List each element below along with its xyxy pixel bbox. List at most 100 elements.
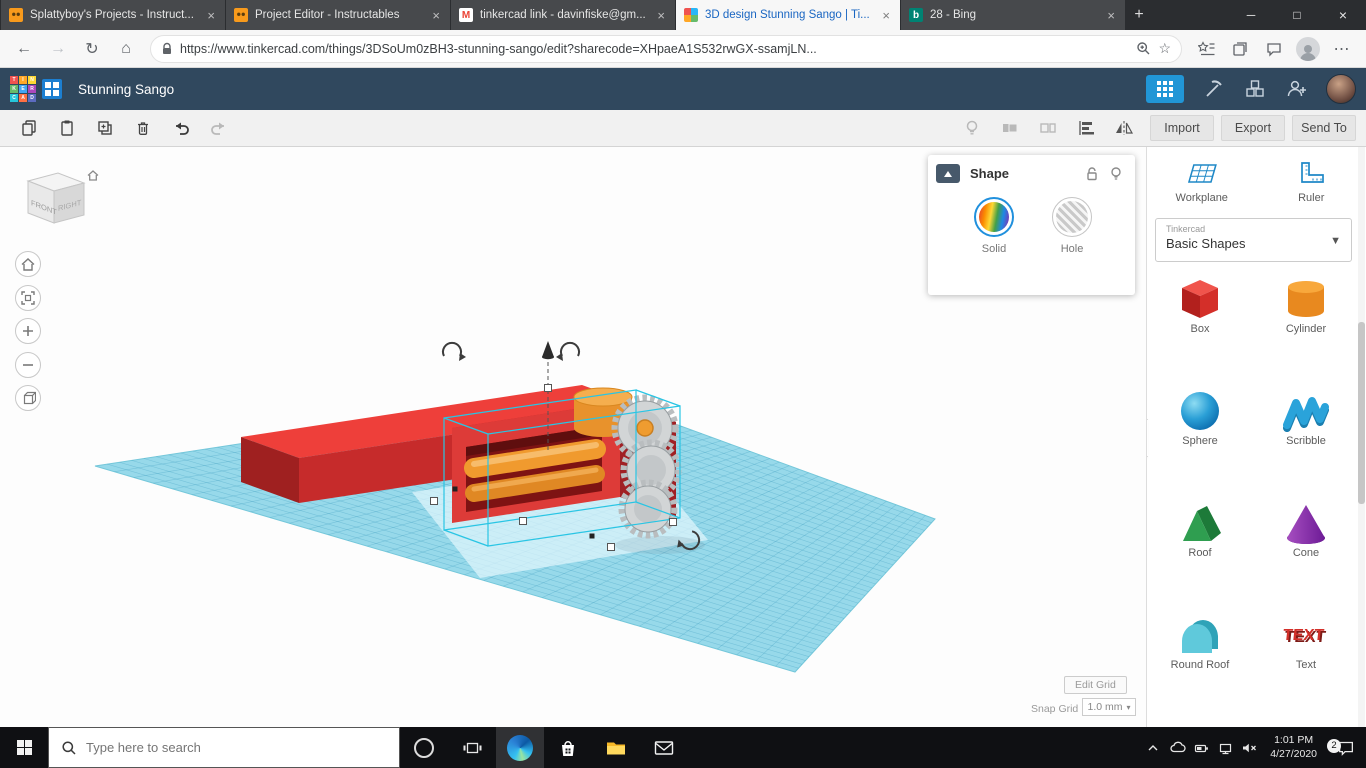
group-button[interactable] — [991, 113, 1029, 143]
bing-favicon: b — [909, 8, 923, 22]
delete-button[interactable] — [124, 113, 162, 143]
grid-view-button[interactable] — [1146, 75, 1184, 103]
battery-tray-button[interactable] — [1189, 727, 1213, 768]
network-icon — [1219, 743, 1231, 754]
home-button[interactable]: ⌂ — [110, 34, 142, 64]
workplane-tool[interactable]: Workplane — [1147, 155, 1257, 204]
tinkercad-logo[interactable]: TIN KER CAD — [10, 76, 62, 102]
tab-close-icon[interactable]: × — [1105, 8, 1117, 23]
hole-option[interactable]: Hole — [1052, 197, 1092, 255]
copy-button[interactable] — [10, 113, 48, 143]
duplicate-button[interactable] — [86, 113, 124, 143]
mirror-button[interactable] — [1105, 113, 1143, 143]
taskbar-clock[interactable]: 1:01 PM 4/27/2020 — [1261, 734, 1326, 761]
shape-item-scribble[interactable]: Scribble — [1282, 367, 1330, 479]
sidebar-collapse-button[interactable] — [1147, 419, 1148, 457]
solid-option[interactable]: Solid — [974, 197, 1014, 255]
undo-button[interactable] — [162, 113, 200, 143]
minimize-button[interactable]: ─ — [1228, 0, 1274, 30]
browser-tab-1[interactable]: Splattyboy's Projects - Instruct... × — [0, 0, 225, 30]
shape-item-text[interactable]: TEXT TEXT Text — [1280, 591, 1332, 703]
collections-button[interactable] — [1224, 34, 1256, 64]
browser-tab-3[interactable]: M tinkercad link - davinfiske@gm... × — [450, 0, 675, 30]
import-button[interactable]: Import — [1150, 115, 1214, 141]
user-avatar[interactable] — [1326, 74, 1356, 104]
shape-item-partial-left[interactable] — [1176, 703, 1224, 727]
perspective-toggle-button[interactable] — [15, 385, 41, 411]
taskbar-search[interactable] — [48, 727, 400, 768]
favorites-bar-button[interactable] — [1190, 34, 1222, 64]
snap-grid-select[interactable]: 1.0 mm ▾ — [1082, 698, 1136, 716]
rotate-handle-left[interactable] — [442, 341, 466, 361]
back-button[interactable]: ← — [8, 34, 40, 64]
browser-tab-4-active[interactable]: 3D design Stunning Sango | Ti... × — [675, 0, 900, 30]
rotate-handle-top[interactable] — [556, 341, 580, 361]
send-to-button[interactable]: Send To — [1292, 115, 1356, 141]
forward-button[interactable]: → — [42, 34, 74, 64]
lock-icon[interactable] — [1085, 166, 1099, 182]
blocks-button[interactable] — [1242, 76, 1268, 102]
panel-collapse-button[interactable] — [936, 164, 960, 183]
browser-tab-2[interactable]: Project Editor - Instructables × — [225, 0, 450, 30]
blocks-icon — [1246, 80, 1264, 97]
solid-swatch — [974, 197, 1014, 237]
edge-taskbar-button[interactable] — [496, 727, 544, 768]
address-bar[interactable]: https://www.tinkercad.com/things/3DSoUm0… — [150, 34, 1182, 63]
mail-taskbar-button[interactable] — [640, 727, 688, 768]
shape-item-sphere[interactable]: Sphere — [1176, 367, 1224, 479]
file-explorer-taskbar-button[interactable] — [592, 727, 640, 768]
bookmark-star-icon[interactable]: ☆ — [1158, 40, 1171, 57]
scrollbar-thumb[interactable] — [1358, 322, 1365, 504]
tab-close-icon[interactable]: × — [430, 8, 442, 23]
toolbox-button[interactable] — [1200, 76, 1226, 102]
tab-close-icon[interactable]: × — [880, 8, 892, 23]
shape-item-cone[interactable]: Cone — [1282, 479, 1330, 591]
raise-arrow[interactable] — [542, 341, 554, 360]
zoom-in-button[interactable] — [15, 318, 41, 344]
shape-item-round-roof[interactable]: Round Roof — [1171, 591, 1229, 703]
shape-item-cylinder[interactable]: Cylinder — [1282, 255, 1330, 367]
browser-menu-button[interactable]: ⋯ — [1326, 34, 1358, 64]
redo-button[interactable] — [200, 113, 238, 143]
network-tray-button[interactable] — [1213, 727, 1237, 768]
show-all-button[interactable] — [953, 113, 991, 143]
feedback-button[interactable] — [1258, 34, 1290, 64]
browser-tab-5[interactable]: b 28 - Bing × — [900, 0, 1125, 30]
shape-item-roof[interactable]: Roof — [1176, 479, 1224, 591]
fit-view-button[interactable] — [15, 285, 41, 311]
shape-item-partial-right[interactable] — [1282, 703, 1330, 727]
zoom-out-button[interactable] — [15, 352, 41, 378]
action-center-button[interactable]: 2 — [1326, 738, 1366, 758]
sidebar-scrollbar[interactable] — [1358, 147, 1365, 727]
store-taskbar-button[interactable] — [544, 727, 592, 768]
design-name[interactable]: Stunning Sango — [78, 82, 174, 97]
svg-text:TEXT: TEXT — [1282, 626, 1325, 644]
align-button[interactable] — [1067, 113, 1105, 143]
task-view-button[interactable] — [448, 727, 496, 768]
shape-item-box[interactable]: Box — [1176, 255, 1224, 367]
cortana-button[interactable] — [400, 727, 448, 768]
tab-close-icon[interactable]: × — [655, 8, 667, 23]
home-view-button[interactable] — [15, 251, 41, 277]
view-cube[interactable]: FRONT RIGHT — [14, 165, 94, 237]
refresh-button[interactable]: ↻ — [76, 34, 108, 64]
share-button[interactable] — [1284, 76, 1310, 102]
export-button[interactable]: Export — [1221, 115, 1285, 141]
profile-button[interactable] — [1292, 34, 1324, 64]
tab-close-icon[interactable]: × — [205, 8, 217, 23]
paste-button[interactable] — [48, 113, 86, 143]
new-tab-button[interactable]: + — [1125, 0, 1153, 30]
onedrive-tray-button[interactable] — [1165, 727, 1189, 768]
tray-expand-button[interactable] — [1141, 727, 1165, 768]
volume-muted-tray-button[interactable] — [1237, 727, 1261, 768]
ungroup-button[interactable] — [1029, 113, 1067, 143]
lightbulb-icon[interactable] — [1109, 166, 1123, 182]
maximize-button[interactable]: □ — [1274, 0, 1320, 30]
ruler-tool[interactable]: Ruler — [1257, 155, 1366, 204]
home-view-mini-icon[interactable] — [86, 169, 100, 182]
edit-grid-button[interactable]: Edit Grid — [1064, 676, 1127, 694]
search-input[interactable] — [86, 740, 366, 755]
close-button[interactable]: × — [1320, 0, 1366, 30]
start-button[interactable] — [0, 727, 48, 768]
zoom-icon[interactable] — [1136, 41, 1151, 56]
